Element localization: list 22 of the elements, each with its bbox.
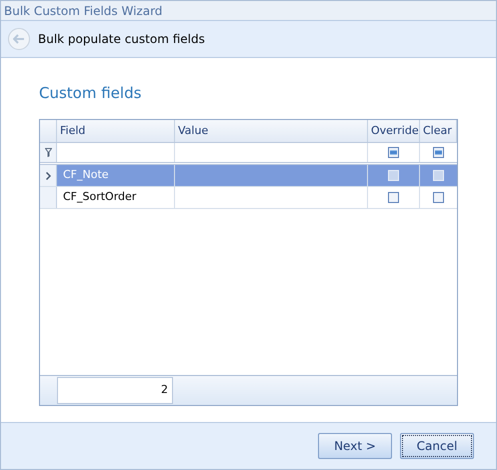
row-count: 2 <box>57 377 173 404</box>
column-header[interactable]: Value <box>175 120 368 142</box>
row-indicator-icon <box>46 172 50 180</box>
window-title: Bulk Custom Fields Wizard <box>4 2 162 20</box>
column-header[interactable]: Override <box>368 120 420 142</box>
checkbox[interactable] <box>388 147 399 158</box>
row-header-cell[interactable] <box>40 187 57 208</box>
checkbox[interactable] <box>433 192 444 203</box>
dialog-button[interactable]: Next > <box>318 433 392 459</box>
back-arrow-icon <box>13 34 25 44</box>
table-cell-text: CF_Note <box>63 167 109 184</box>
checkbox[interactable] <box>433 147 444 158</box>
column-header[interactable]: Clear <box>420 120 457 142</box>
dialog-button[interactable]: Cancel <box>400 433 474 459</box>
column-header[interactable]: Field <box>57 120 175 142</box>
row-header-cell[interactable] <box>40 165 57 186</box>
header-title: Bulk populate custom fields <box>38 31 205 48</box>
checkbox[interactable] <box>388 192 399 203</box>
section-title: Custom fields <box>39 83 142 104</box>
filter-icon[interactable] <box>44 148 52 157</box>
table-cell-text: CF_SortOrder <box>63 189 136 206</box>
grid-row[interactable]: CF_SortOrder <box>40 187 457 209</box>
